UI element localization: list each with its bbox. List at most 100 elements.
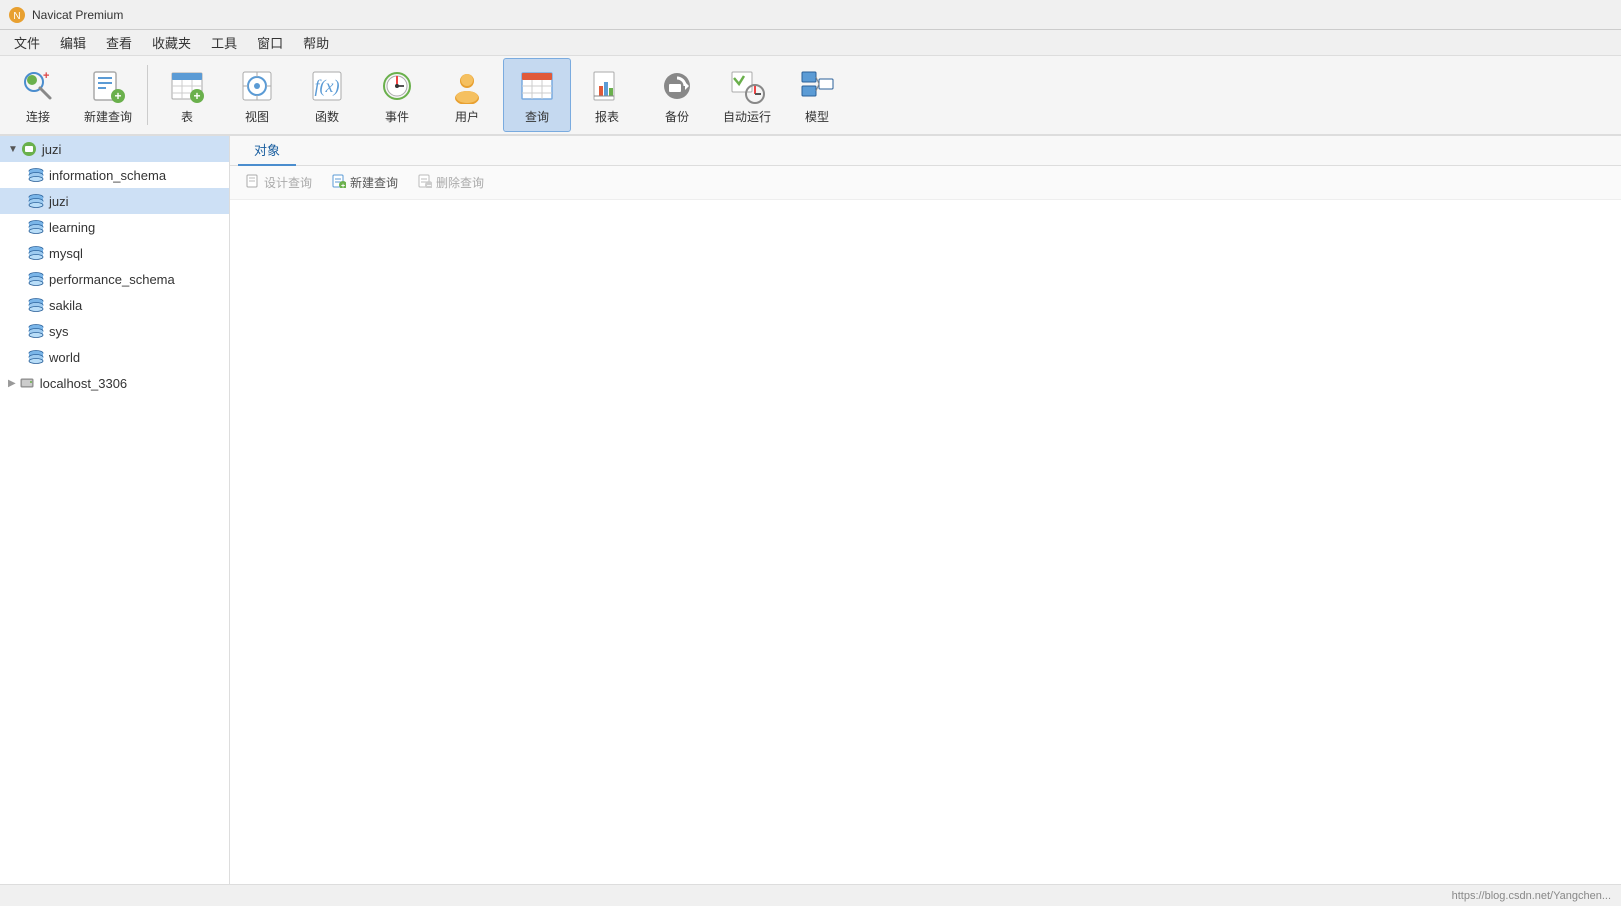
- user-icon: [447, 66, 487, 106]
- menu-window[interactable]: 窗口: [247, 30, 293, 55]
- view-button[interactable]: 视图: [223, 58, 291, 132]
- report-label: 报表: [595, 108, 619, 125]
- db-icon: [28, 324, 44, 338]
- backup-icon: [657, 66, 697, 106]
- svg-text:+: +: [114, 89, 121, 103]
- menu-favorites[interactable]: 收藏夹: [142, 30, 201, 55]
- design-query-label: 设计查询: [264, 174, 312, 191]
- query-label: 查询: [525, 108, 549, 125]
- toolbar: + 连接 + 新建查询: [0, 56, 1621, 136]
- statusbar: https://blog.csdn.net/Yangchen...: [0, 884, 1621, 906]
- event-button[interactable]: 事件: [363, 58, 431, 132]
- db-icon: [28, 168, 44, 182]
- auto-run-label: 自动运行: [723, 108, 771, 125]
- menubar: 文件 编辑 查看 收藏夹 工具 窗口 帮助: [0, 30, 1621, 56]
- function-button[interactable]: f(x) 函数: [293, 58, 361, 132]
- model-icon: [797, 66, 837, 106]
- menu-tools[interactable]: 工具: [201, 30, 247, 55]
- db-label: information_schema: [49, 168, 166, 183]
- new-query-button[interactable]: + 新建查询: [74, 58, 142, 132]
- connection-juzi-label: juzi: [42, 142, 62, 157]
- localhost-label: localhost_3306: [40, 376, 127, 391]
- new-query-action-button[interactable]: + 新建查询: [324, 171, 406, 194]
- query-button[interactable]: 查询: [503, 58, 571, 132]
- db-learning[interactable]: learning: [0, 214, 229, 240]
- backup-label: 备份: [665, 108, 689, 125]
- db-information-schema[interactable]: information_schema: [0, 162, 229, 188]
- menu-edit[interactable]: 编辑: [50, 30, 96, 55]
- connection-icon: [21, 141, 37, 157]
- db-icon: [28, 220, 44, 234]
- report-icon: [587, 66, 627, 106]
- db-icon: [28, 246, 44, 260]
- svg-text:+: +: [43, 70, 49, 82]
- event-label: 事件: [385, 108, 409, 125]
- tree-connection-localhost[interactable]: ▶ localhost_3306: [0, 370, 229, 396]
- view-icon: [237, 66, 277, 106]
- connect-label: 连接: [26, 108, 50, 125]
- tab-objects[interactable]: 对象: [238, 135, 296, 166]
- db-performance-schema[interactable]: performance_schema: [0, 266, 229, 292]
- tab-bar: 对象: [230, 136, 1621, 166]
- separator-1: [147, 65, 148, 125]
- user-label: 用户: [455, 108, 479, 125]
- design-query-icon: [246, 174, 260, 191]
- design-query-button[interactable]: 设计查询: [238, 171, 320, 194]
- table-label: 表: [181, 108, 193, 125]
- svg-text:+: +: [341, 183, 345, 188]
- delete-query-label: 删除查询: [436, 174, 484, 191]
- status-url: https://blog.csdn.net/Yangchen...: [1452, 890, 1611, 902]
- tree-connection-juzi[interactable]: ▼ juzi: [0, 136, 229, 162]
- table-button[interactable]: + 表: [153, 58, 221, 132]
- workspace: [230, 200, 1621, 906]
- function-icon: f(x): [307, 66, 347, 106]
- db-world[interactable]: world: [0, 344, 229, 370]
- svg-text:−: −: [427, 181, 432, 188]
- expand-icon: ▶: [8, 378, 16, 389]
- db-icon: [28, 350, 44, 364]
- new-query-action-icon: +: [332, 174, 346, 191]
- app-icon: N: [8, 6, 26, 24]
- new-query-label: 新建查询: [84, 108, 132, 125]
- expand-icon: ▼: [8, 144, 18, 155]
- auto-run-button[interactable]: 自动运行: [713, 58, 781, 132]
- auto-run-icon: [727, 66, 767, 106]
- model-button[interactable]: 模型: [783, 58, 851, 132]
- titlebar: N Navicat Premium: [0, 0, 1621, 30]
- backup-button[interactable]: 备份: [643, 58, 711, 132]
- db-mysql[interactable]: mysql: [0, 240, 229, 266]
- sidebar: ▼ juzi information_schema: [0, 136, 230, 906]
- event-icon: [377, 66, 417, 106]
- menu-help[interactable]: 帮助: [293, 30, 339, 55]
- menu-view[interactable]: 查看: [96, 30, 142, 55]
- model-label: 模型: [805, 108, 829, 125]
- db-label: juzi: [49, 194, 69, 209]
- db-label: sakila: [49, 298, 82, 313]
- connect-button[interactable]: + 连接: [4, 58, 72, 132]
- view-label: 视图: [245, 108, 269, 125]
- db-label: mysql: [49, 246, 83, 261]
- connect-icon: +: [18, 66, 58, 106]
- delete-query-icon: −: [418, 174, 432, 191]
- db-label: world: [49, 350, 80, 365]
- menu-file[interactable]: 文件: [4, 30, 50, 55]
- db-sakila[interactable]: sakila: [0, 292, 229, 318]
- db-sys[interactable]: sys: [0, 318, 229, 344]
- db-juzi[interactable]: juzi: [0, 188, 229, 214]
- svg-text:N: N: [13, 11, 20, 22]
- svg-text:+: +: [193, 89, 200, 103]
- db-label: learning: [49, 220, 95, 235]
- app-title: Navicat Premium: [32, 8, 123, 22]
- user-button[interactable]: 用户: [433, 58, 501, 132]
- function-label: 函数: [315, 108, 339, 125]
- delete-query-button[interactable]: − 删除查询: [410, 171, 492, 194]
- new-query-icon: +: [88, 66, 128, 106]
- db-icon: [28, 298, 44, 312]
- main-layout: ▼ juzi information_schema: [0, 136, 1621, 906]
- action-bar: 设计查询 + 新建查询: [230, 166, 1621, 200]
- server-icon: [19, 375, 35, 391]
- db-label: performance_schema: [49, 272, 175, 287]
- report-button[interactable]: 报表: [573, 58, 641, 132]
- svg-text:f(x): f(x): [315, 76, 340, 97]
- db-label: sys: [49, 324, 69, 339]
